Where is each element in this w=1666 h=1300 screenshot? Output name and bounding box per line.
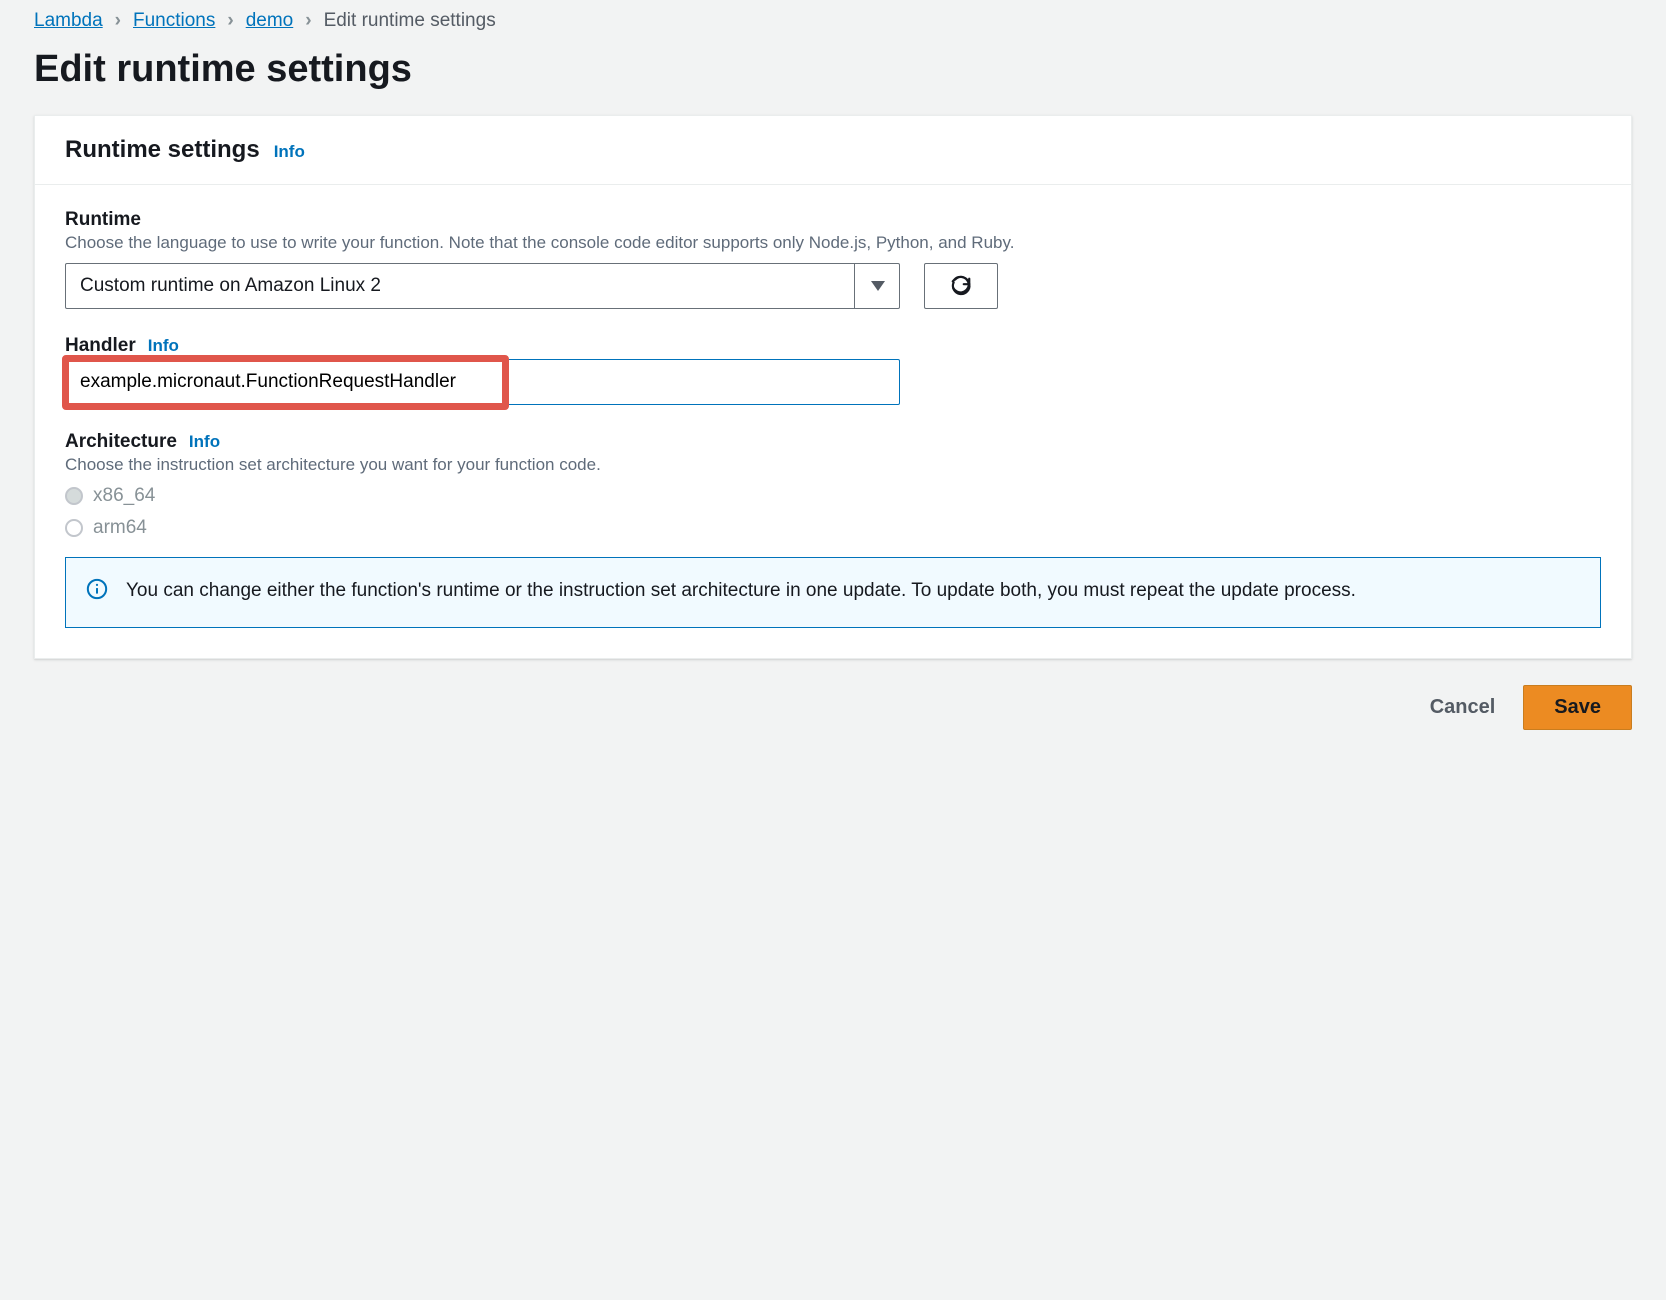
caret-down-icon (854, 263, 900, 309)
info-icon (86, 578, 108, 605)
breadcrumb: Lambda › Functions › demo › Edit runtime… (34, 10, 1632, 32)
architecture-option-x86_64[interactable]: x86_64 (65, 485, 1601, 507)
handler-field: Handler Info (65, 335, 1601, 405)
panel-title: Runtime settings (65, 136, 260, 164)
breadcrumb-functions[interactable]: Functions (133, 10, 215, 32)
architecture-field: Architecture Info Choose the instruction… (65, 431, 1601, 539)
breadcrumb-lambda[interactable]: Lambda (34, 10, 103, 32)
breadcrumb-current: Edit runtime settings (324, 10, 496, 32)
runtime-label: Runtime (65, 209, 141, 231)
info-alert-message: You can change either the function's run… (126, 576, 1356, 605)
architecture-option-label: arm64 (93, 517, 147, 539)
architecture-option-label: x86_64 (93, 485, 155, 507)
architecture-info-link[interactable]: Info (189, 432, 220, 452)
runtime-description: Choose the language to use to write your… (65, 233, 1601, 253)
refresh-icon (950, 275, 972, 297)
page-title: Edit runtime settings (34, 48, 1632, 91)
breadcrumb-demo[interactable]: demo (246, 10, 294, 32)
cancel-button[interactable]: Cancel (1424, 686, 1502, 729)
runtime-selected-value: Custom runtime on Amazon Linux 2 (80, 275, 381, 297)
panel-info-link[interactable]: Info (274, 142, 305, 162)
info-alert: You can change either the function's run… (65, 557, 1601, 628)
architecture-label: Architecture (65, 431, 177, 453)
runtime-field: Runtime Choose the language to use to wr… (65, 209, 1601, 309)
handler-input[interactable] (65, 359, 900, 405)
save-button[interactable]: Save (1523, 685, 1632, 730)
page-actions: Cancel Save (34, 685, 1632, 730)
refresh-button[interactable] (924, 263, 998, 309)
chevron-right-icon: › (305, 10, 311, 32)
chevron-right-icon: › (115, 10, 121, 32)
handler-label: Handler (65, 335, 136, 357)
runtime-settings-panel: Runtime settings Info Runtime Choose the… (34, 115, 1632, 659)
radio-icon (65, 487, 83, 505)
radio-icon (65, 519, 83, 537)
chevron-right-icon: › (227, 10, 233, 32)
architecture-option-arm64[interactable]: arm64 (65, 517, 1601, 539)
handler-info-link[interactable]: Info (148, 336, 179, 356)
architecture-description: Choose the instruction set architecture … (65, 455, 1601, 475)
runtime-select[interactable]: Custom runtime on Amazon Linux 2 (65, 263, 900, 309)
